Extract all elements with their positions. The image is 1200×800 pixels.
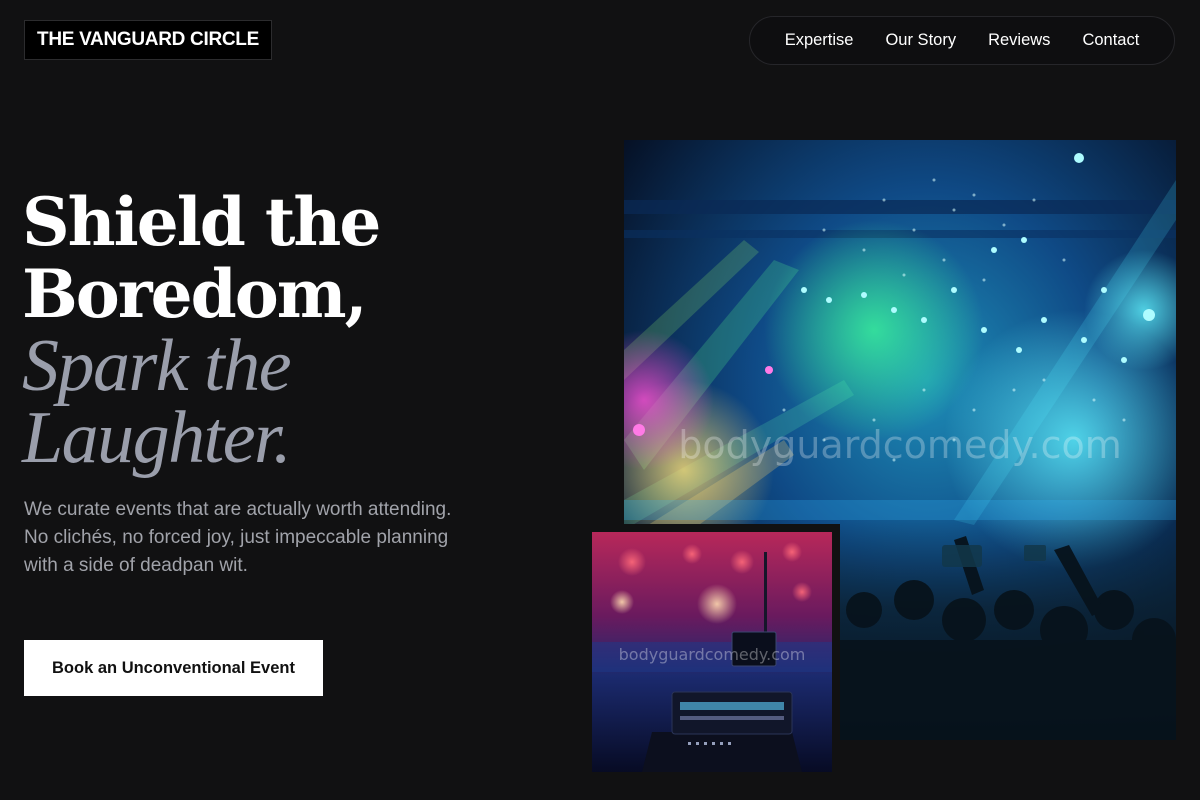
headline-accent-line-1: Spark the bbox=[22, 325, 292, 407]
nav-item-reviews[interactable]: Reviews bbox=[972, 31, 1066, 50]
main-photo-watermark: bodyguardcomedy.com bbox=[678, 423, 1122, 467]
brand-logo[interactable]: THE VANGUARD CIRCLE bbox=[24, 20, 272, 60]
main-nav: Expertise Our Story Reviews Contact bbox=[749, 16, 1175, 65]
headline-line-2: Boredom, bbox=[22, 255, 368, 333]
nav-item-contact[interactable]: Contact bbox=[1066, 31, 1155, 50]
headline-accent-line-2: Laughter. bbox=[22, 397, 292, 479]
console-photo-graphic: bodyguardcomedy.com bbox=[592, 532, 832, 772]
console-photo-watermark: bodyguardcomedy.com bbox=[619, 645, 806, 664]
book-event-button[interactable]: Book an Unconventional Event bbox=[24, 640, 323, 696]
console-photo-frame: bodyguardcomedy.com bbox=[584, 524, 840, 780]
hero-subtext: We curate events that are actually worth… bbox=[24, 499, 452, 576]
nav-item-our-story[interactable]: Our Story bbox=[869, 31, 972, 50]
hero-headline: Shield the Boredom, Spark the Laughter. bbox=[22, 183, 381, 479]
headline-line-1: Shield the bbox=[22, 183, 381, 261]
console-photo: bodyguardcomedy.com bbox=[592, 532, 832, 772]
nav-item-expertise[interactable]: Expertise bbox=[769, 31, 870, 50]
